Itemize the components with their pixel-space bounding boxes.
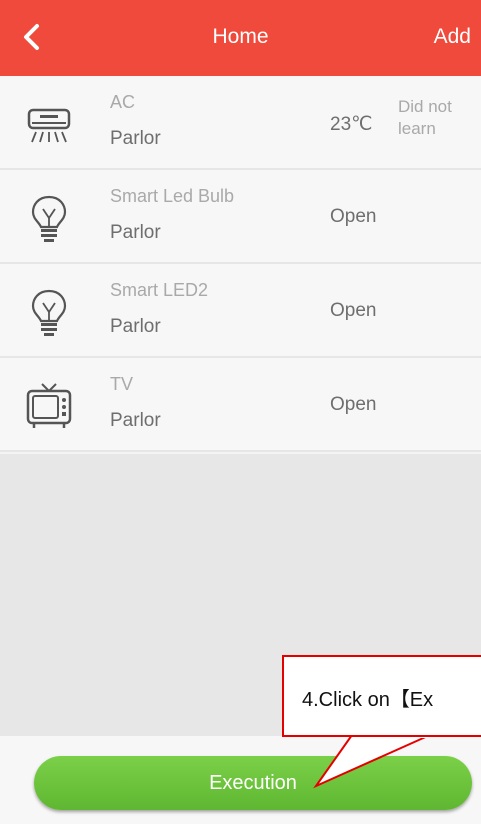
learn-status: Did not learn bbox=[398, 97, 452, 138]
instruction-callout: 4.Click on【Ex bbox=[282, 655, 481, 737]
callout-text: 4.Click on【Ex bbox=[302, 689, 434, 711]
device-room: Parlor bbox=[110, 222, 161, 243]
device-status: Open bbox=[330, 206, 377, 227]
device-list: AC Parlor 23℃ Did not learn Smart Led Bu… bbox=[0, 76, 481, 452]
light-bulb-icon bbox=[31, 289, 67, 336]
device-row-ac[interactable]: AC Parlor 23℃ Did not learn bbox=[0, 76, 481, 170]
device-room: Parlor bbox=[110, 410, 161, 431]
tv-icon bbox=[26, 383, 72, 428]
device-row-smart-led-bulb[interactable]: Smart Led Bulb Parlor Open bbox=[0, 170, 481, 264]
execution-button[interactable]: Execution bbox=[34, 756, 472, 810]
top-bar: Home Add bbox=[0, 0, 481, 76]
light-bulb-icon bbox=[31, 195, 67, 242]
device-row-smart-led2[interactable]: Smart LED2 Parlor Open bbox=[0, 264, 481, 358]
device-name: TV bbox=[110, 374, 134, 394]
device-row-tv[interactable]: TV Parlor Open bbox=[0, 358, 481, 452]
page-title: Home bbox=[212, 25, 269, 48]
device-temperature: 23℃ bbox=[330, 114, 373, 135]
device-room: Parlor bbox=[110, 128, 161, 149]
device-name: Smart Led Bulb bbox=[110, 186, 235, 206]
air-conditioner-icon bbox=[27, 108, 71, 143]
device-name: AC bbox=[110, 92, 136, 112]
device-room: Parlor bbox=[110, 316, 161, 337]
device-status: Open bbox=[330, 394, 377, 415]
device-name: Smart LED2 bbox=[110, 280, 209, 300]
add-button[interactable]: Add bbox=[434, 22, 471, 52]
device-status: Open bbox=[330, 300, 377, 321]
